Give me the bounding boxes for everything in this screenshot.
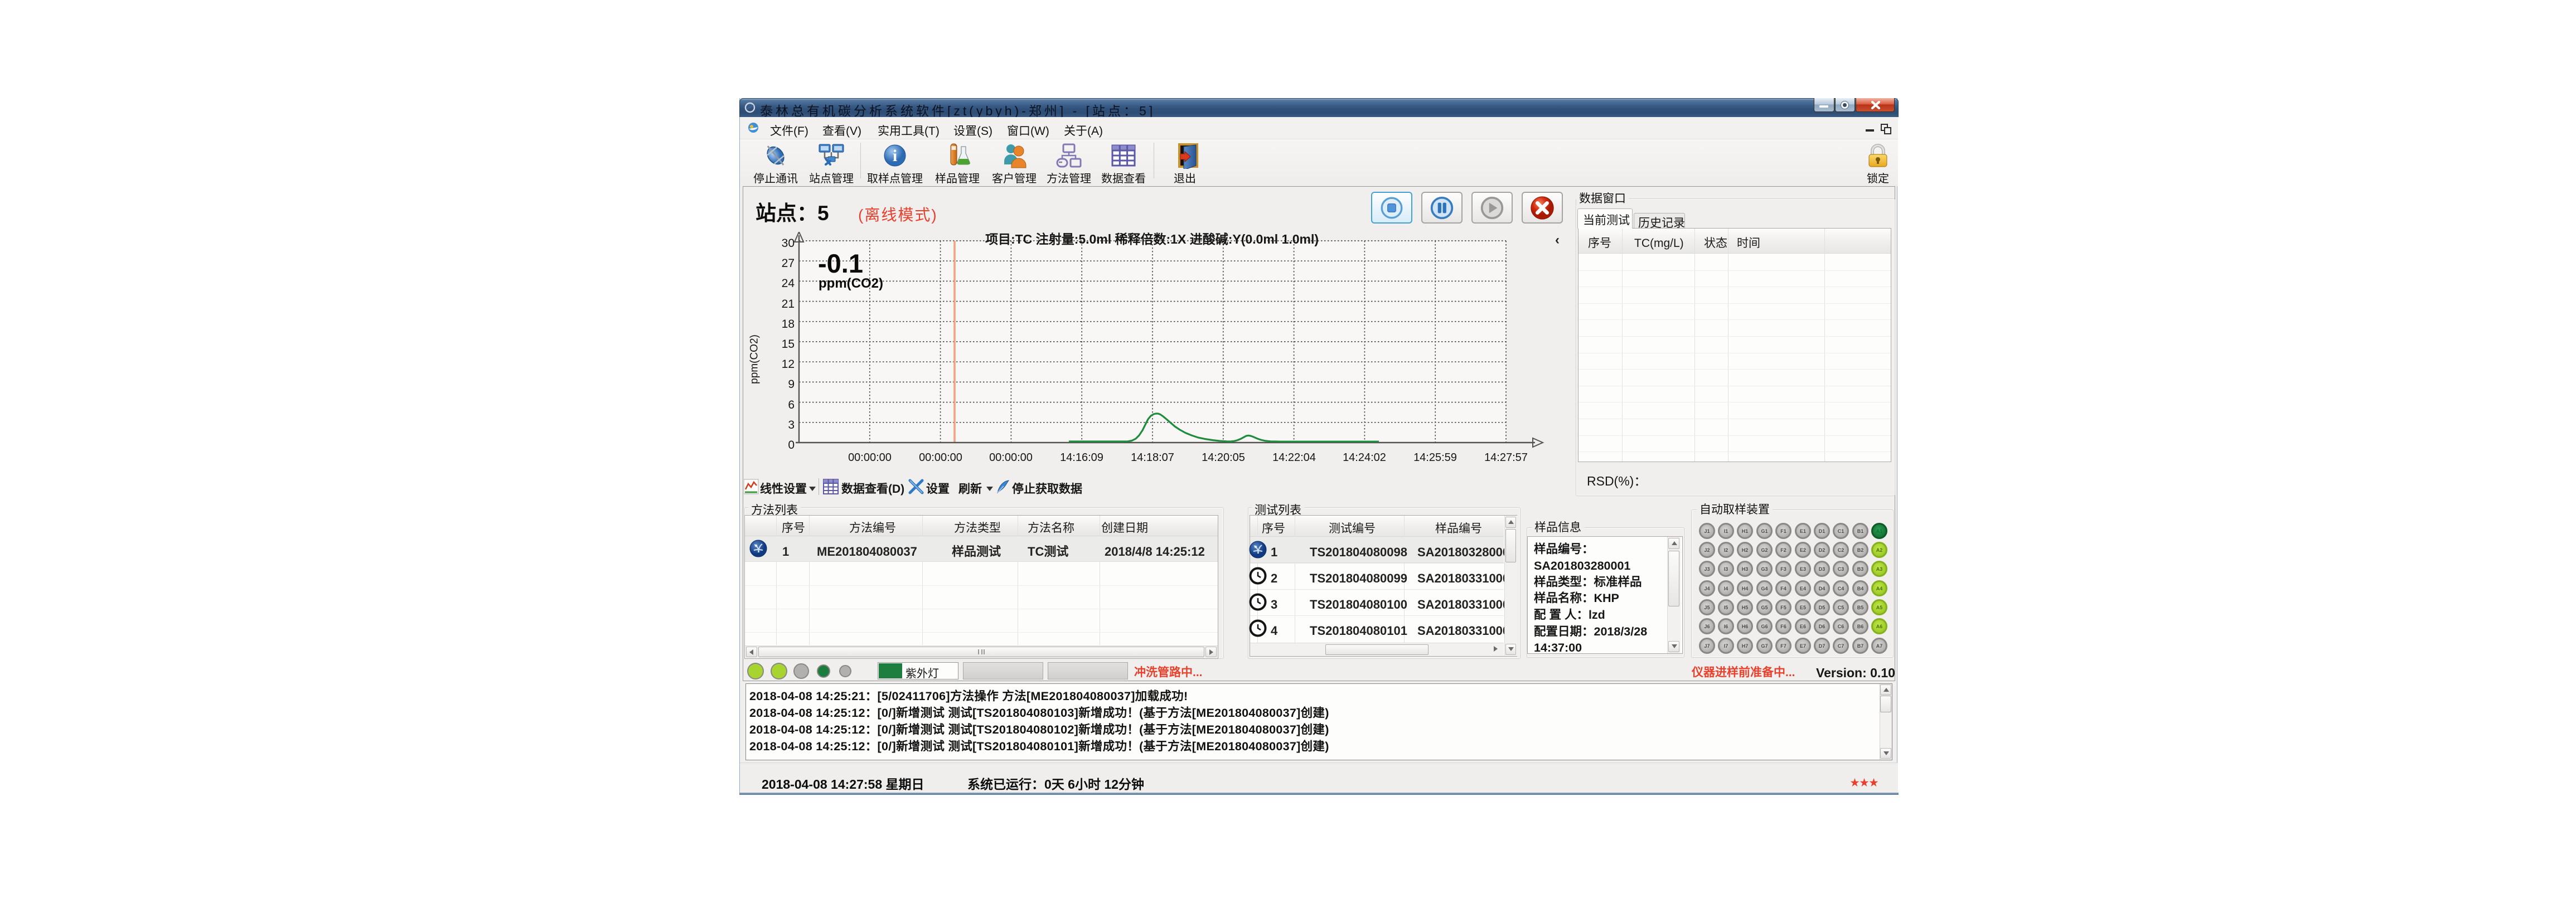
svg-text:i: i: [893, 147, 897, 165]
